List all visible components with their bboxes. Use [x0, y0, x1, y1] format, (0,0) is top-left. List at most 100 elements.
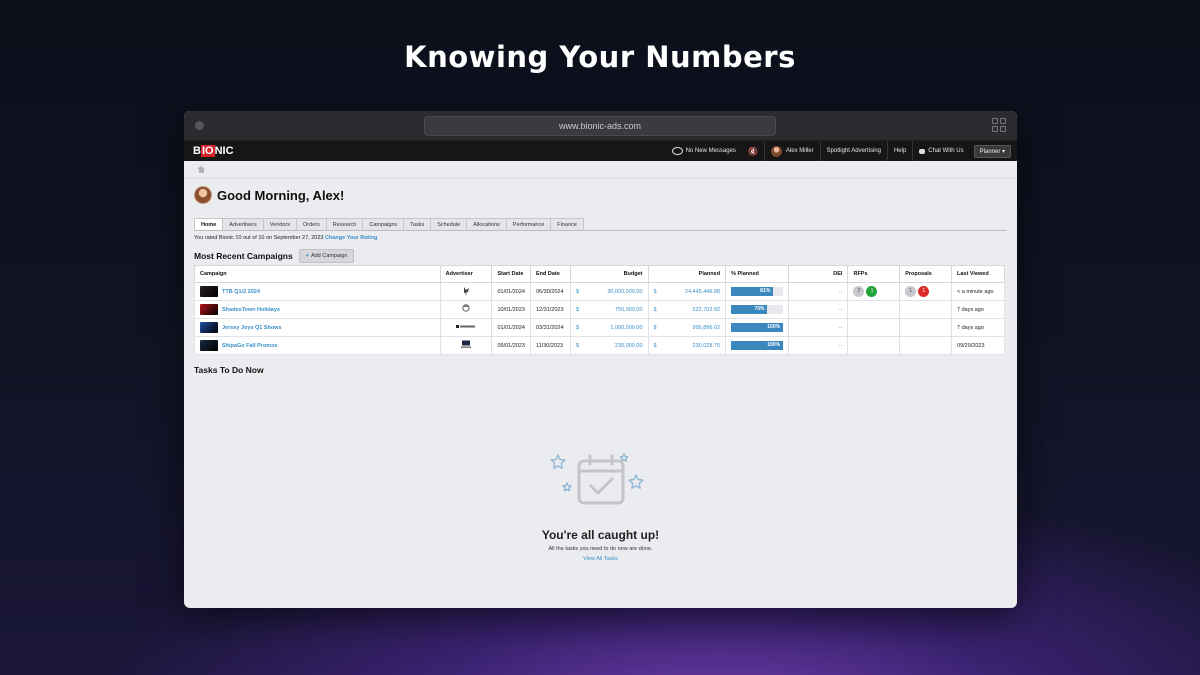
column-header[interactable]: Planned	[647, 265, 727, 283]
plus-icon: +	[305, 253, 309, 259]
chat-icon	[919, 148, 926, 154]
tasks-title: Tasks To Do Now	[194, 365, 264, 375]
tab-schedule[interactable]: Schedule	[430, 218, 468, 230]
column-header[interactable]: Budget	[569, 265, 649, 283]
rfps-count-badge[interactable]: 2	[853, 286, 865, 297]
column-header[interactable]: Campaign	[194, 265, 441, 283]
avatar	[770, 145, 782, 157]
tab-bar: Home Advertisers Vendors Orders Research Camp…	[194, 218, 1007, 231]
spotlight-logo[interactable]	[455, 287, 477, 297]
tab-research[interactable]: Research	[325, 218, 364, 230]
home-icon[interactable]	[197, 166, 205, 173]
campaign-thumbnail	[200, 304, 218, 315]
column-header[interactable]: DEI	[788, 265, 849, 283]
empty-state: You're all caught up! All the tasks you …	[184, 451, 1017, 562]
dei-value: --	[838, 288, 843, 295]
add-campaign-button[interactable]: + Add Campaign	[298, 249, 355, 263]
percent-planned-fill: 81%	[731, 287, 774, 296]
chat-link[interactable]: Chat With Us	[913, 141, 969, 161]
planned-value: 230,028.75	[692, 342, 721, 349]
column-header[interactable]: Start Date	[491, 265, 531, 283]
start-date: 10/01/2023	[491, 300, 531, 319]
shadestown-logo[interactable]	[455, 304, 477, 315]
column-header[interactable]: Last Viewed	[951, 265, 1005, 283]
last-viewed: 7 days ago	[951, 318, 1005, 337]
speaker-muted-icon: 🔇	[747, 146, 758, 156]
table-row[interactable]: ShadesTown Holidays 10/01/2023 12/31/202…	[194, 300, 1005, 319]
column-header[interactable]: RFPs	[847, 265, 901, 283]
last-viewed: 7 days ago	[951, 300, 1005, 319]
column-header[interactable]: Proposals	[899, 265, 953, 283]
tab-allocations[interactable]: Allocations	[466, 218, 507, 230]
table-row[interactable]: ShipaGo Fall Promos 09/01/2023 11/30/202…	[194, 336, 1005, 355]
address-bar[interactable]: www.bionic-ads.com	[424, 116, 776, 136]
column-header[interactable]: End Date	[529, 265, 571, 283]
proposals-count-badge[interactable]: 1	[918, 286, 930, 297]
rating-text: You rated Bionic 10 out of 10 on Septemb…	[194, 235, 324, 241]
tab-orders[interactable]: Orders	[295, 218, 327, 230]
proposals-count-badge[interactable]: 1	[905, 286, 917, 297]
company-link[interactable]: Spotlight Advertising	[821, 141, 887, 161]
last-viewed: < a minute ago	[951, 282, 1005, 301]
campaign-link[interactable]: TTB Q1/2 2024	[222, 289, 260, 295]
window-dot[interactable]	[195, 121, 204, 130]
page-title: Good Morning, Alex!	[217, 187, 345, 203]
campaign-link[interactable]: ShadesTown Holidays	[222, 307, 280, 313]
table-row[interactable]: Jersey Joys Q1 Shows 01/01/2024 03/31/20…	[194, 318, 1005, 337]
shipago-logo[interactable]	[455, 340, 477, 351]
planner-dropdown[interactable]: Planner ▾	[973, 144, 1011, 158]
chat-label: Chat With Us	[928, 148, 964, 154]
rating-line: You rated Bionic 10 out of 10 on Septemb…	[194, 235, 1007, 241]
dei-value: --	[838, 324, 843, 331]
view-all-tasks-link[interactable]: View All Tasks	[184, 556, 1017, 562]
percent-planned-bar: 100%	[731, 323, 784, 332]
table-header: Campaign Advertiser Start Date End Date Budg…	[194, 265, 1005, 283]
end-date: 06/30/2024	[529, 282, 571, 301]
last-viewed: 09/29/2023	[951, 336, 1005, 355]
tab-finance[interactable]: Finance	[550, 218, 584, 230]
campaign-thumbnail	[200, 286, 218, 297]
planned-value: 522,702.82	[692, 306, 721, 313]
tab-campaigns[interactable]: Campaigns	[362, 218, 405, 230]
tab-performance[interactable]: Performance	[505, 218, 552, 230]
tab-overview-icon[interactable]	[992, 118, 1007, 133]
empty-title: You're all caught up!	[541, 528, 660, 542]
jersey-joys-logo[interactable]	[455, 325, 477, 333]
user-menu[interactable]: Alex Miller	[765, 141, 820, 161]
budget-value: 30,000,000.00	[607, 288, 643, 295]
budget-value: 750,000.00	[614, 306, 643, 313]
column-header[interactable]: Advertiser	[439, 265, 493, 283]
campaign-thumbnail	[200, 322, 218, 333]
currency-symbol: $	[575, 324, 580, 331]
percent-planned-bar: 81%	[731, 287, 784, 296]
help-link[interactable]: Help	[888, 141, 912, 161]
change-rating-link[interactable]: Change Your Rating	[325, 235, 377, 241]
currency-symbol: $	[653, 342, 657, 349]
percent-planned-fill: 100%	[731, 323, 784, 332]
messages-link[interactable]: No New Messages	[666, 141, 742, 161]
rfps-count-badge[interactable]: 1	[866, 286, 878, 297]
start-date: 01/01/2024	[491, 282, 531, 301]
budget-value: 230,000.00	[614, 342, 643, 349]
tab-tasks[interactable]: Tasks	[403, 218, 432, 230]
breadcrumb	[184, 161, 1017, 179]
section-title: Most Recent Campaigns	[194, 251, 293, 261]
campaign-link[interactable]: ShipaGo Fall Promos	[222, 343, 278, 349]
table-row[interactable]: TTB Q1/2 2024 01/01/2024 06/30/2024 $30,…	[194, 282, 1005, 301]
percent-planned-fill: 100%	[731, 341, 784, 350]
campaigns-table: Campaign Advertiser Start Date End Date Budg…	[194, 265, 1005, 355]
tab-home[interactable]: Home	[194, 218, 224, 230]
slide-headline: Knowing Your Numbers	[404, 40, 796, 74]
speech-bubble-icon	[671, 147, 683, 155]
campaign-link[interactable]: Jersey Joys Q1 Shows	[222, 325, 282, 331]
dei-value: --	[838, 342, 843, 349]
column-header[interactable]: % Planned	[725, 265, 790, 283]
tab-vendors[interactable]: Vendors	[262, 218, 297, 230]
tab-advertisers[interactable]: Advertisers	[222, 218, 264, 230]
bionic-logo[interactable]: BIONIC	[193, 145, 234, 157]
currency-symbol: $	[653, 288, 657, 295]
campaign-thumbnail	[200, 340, 218, 351]
currency-symbol: $	[653, 306, 657, 313]
currency-symbol: $	[653, 324, 657, 331]
mute-toggle[interactable]: 🔇	[742, 141, 764, 161]
